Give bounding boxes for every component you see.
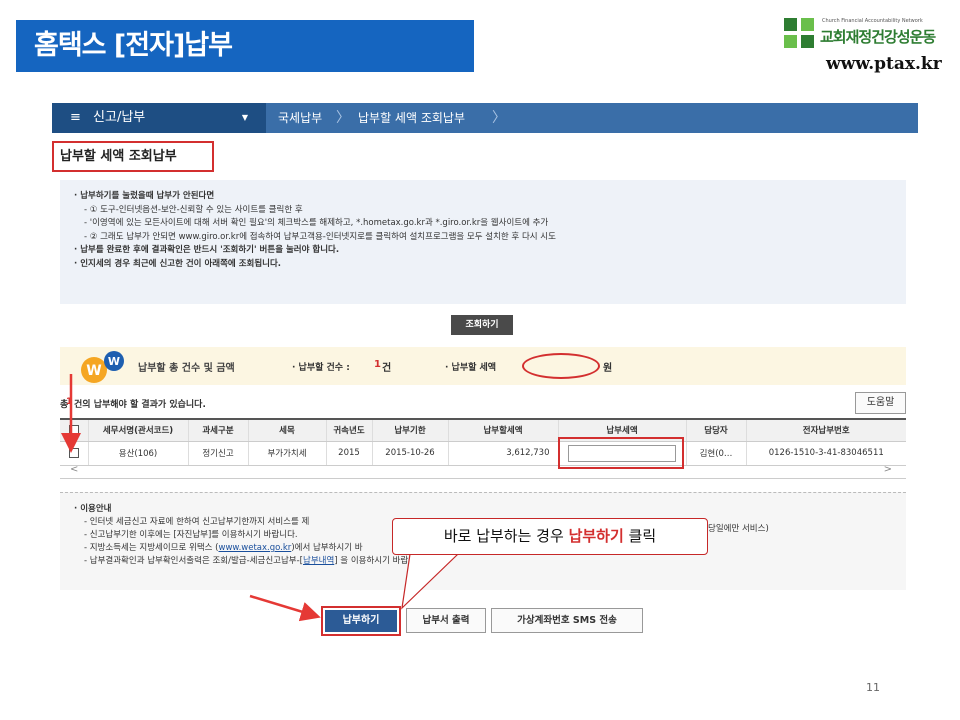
select-all-checkbox[interactable] <box>68 425 79 435</box>
tax-table: 세무서명(관서코드) 과세구분 세목 귀속년도 납부기한 납부할세액 납부세액 … <box>60 418 906 466</box>
row-checkbox[interactable] <box>68 447 79 458</box>
cell-tax-item: 부가가치세 <box>247 441 326 466</box>
horizontal-scrollbar[interactable]: < > <box>60 463 906 479</box>
logo-tagline: Church Financial Accountability Network <box>822 18 923 24</box>
top-nav: ≡ 신고/납부 ▼ 국세납부 〉 납부할 세액 조회납부 〉 <box>52 103 918 133</box>
payment-amount-highlight <box>558 437 684 469</box>
cell-office: 용산(106) <box>87 441 188 466</box>
cell-e-payment-no: 0126-1510-3-41-83046511 <box>745 441 906 466</box>
svg-text:W: W <box>86 363 101 379</box>
payment-history-link[interactable]: 납부내역 <box>303 556 334 566</box>
logo: Church Financial Accountability Network … <box>784 16 952 76</box>
won-coin-icon: W W <box>81 351 124 383</box>
cell-year: 2015 <box>325 441 372 466</box>
info-text: - 납부결과확인과 납부확인서출력은 조회/발급-세금신고납부-[ <box>84 556 303 566</box>
header-select <box>60 418 88 442</box>
chevron-right-icon: 〉 <box>492 110 506 126</box>
cell-due-date: 2015-10-26 <box>371 441 448 466</box>
cell-officer: 김현(0… <box>685 441 746 466</box>
notice-line: - ① 도구-인터넷옵션-보안-신뢰할 수 있는 사이트를 클릭한 후 <box>84 204 303 215</box>
header-tax-item: 세목 <box>247 418 326 442</box>
count-value: 1 <box>374 359 381 370</box>
page-number: 11 <box>866 681 880 694</box>
notice-line: · 납부를 완료한 후에 결과확인은 반드시 '조회하기' 버튼을 눌러야 합니… <box>74 245 340 255</box>
amount-highlight-oval <box>522 353 600 379</box>
info-fragment: 당일에만 서비스) <box>708 524 769 534</box>
logo-org-name: 교회재정건강성운동 <box>820 28 936 46</box>
result-count: 1 <box>66 397 73 407</box>
menu-dropdown[interactable]: ≡ 신고/납부 ▼ <box>52 103 266 133</box>
row-select <box>60 441 88 466</box>
header-office: 세무서명(관서코드) <box>87 418 188 442</box>
pay-button-highlight: 납부하기 <box>321 606 401 636</box>
query-button[interactable]: 조회하기 <box>451 315 513 335</box>
logo-url: www.ptax.kr <box>826 54 942 74</box>
caret-down-icon: ▼ <box>241 113 248 122</box>
table-header-row: 세무서명(관서코드) 과세구분 세목 귀속년도 납부기한 납부할세액 납부세액 … <box>60 418 906 442</box>
info-title: · 이용안내 <box>74 504 112 514</box>
header-amount-due: 납부할세액 <box>447 418 558 442</box>
notice-box: · 납부하기를 눌렀을때 납부가 안된다면 - ① 도구-인터넷옵션-보안-신뢰… <box>60 180 906 304</box>
count-unit: 건 <box>382 363 392 374</box>
chevron-right-icon: 〉 <box>336 110 350 126</box>
callout-pointer <box>401 553 460 610</box>
pay-button[interactable]: 납부하기 <box>325 610 397 632</box>
table-row: 용산(106) 정기신고 부가가치세 2015 2015-10-26 3,612… <box>60 441 906 466</box>
callout-suffix: 클릭 <box>623 527 657 545</box>
menu-icon: ≡ <box>70 110 81 125</box>
header-due-date: 납부기한 <box>371 418 448 442</box>
page-title: 납부할 세액 조회납부 <box>52 141 214 172</box>
print-bill-button[interactable]: 납부서 출력 <box>406 608 486 633</box>
info-text: )에서 납부하시기 바 <box>291 543 363 553</box>
payment-summary: W W 납부할 총 건수 및 금액 · 납부할 건수 : 1 건 · 납부할 세… <box>60 347 906 385</box>
result-text: 건의 납부해야 할 결과가 있습니다. <box>74 400 206 410</box>
count-label: · 납부할 건수 : <box>292 363 350 373</box>
instruction-callout: 바로 납부하는 경우 납부하기 클릭 <box>392 518 708 555</box>
amount-label: · 납부할 세액 <box>445 363 497 373</box>
breadcrumb-query-payment[interactable]: 납부할 세액 조회납부 <box>358 103 465 133</box>
header-tax-type: 과세구분 <box>187 418 248 442</box>
svg-text:W: W <box>108 355 120 368</box>
slide-title: 홈택스 [전자]납부 <box>16 20 474 72</box>
notice-line: · 인지세의 경우 최근에 신고한 건이 아래쪽에 조회됩니다. <box>74 258 282 269</box>
notice-line: · 납부하기를 눌렀을때 납부가 안된다면 <box>74 191 215 201</box>
menu-label: 신고/납부 <box>93 110 146 125</box>
summary-title: 납부할 총 건수 및 금액 <box>138 363 235 374</box>
scroll-right-icon[interactable]: > <box>884 464 892 475</box>
header-e-payment-no: 전자납부번호 <box>745 418 906 442</box>
notice-line: - '이영역에 있는 모든사이트에 대해 서버 확인 필요'의 체크박스를 해제… <box>84 218 549 228</box>
amount-unit: 원 <box>603 363 613 374</box>
sms-account-button[interactable]: 가상계좌번호 SMS 전송 <box>491 608 643 633</box>
callout-highlight: 납부하기 <box>568 527 624 545</box>
breadcrumb-national-tax[interactable]: 국세납부 <box>278 103 322 133</box>
help-button[interactable]: 도움말 <box>855 392 906 414</box>
wetax-link[interactable]: www.wetax.go.kr <box>219 543 292 553</box>
callout-prefix: 바로 납부하는 경우 <box>443 527 569 545</box>
info-text: - 지방소득세는 지방세이므로 위택스 ( <box>84 543 219 553</box>
cell-tax-type: 정기신고 <box>187 441 248 466</box>
header-officer: 담당자 <box>685 418 746 442</box>
notice-line: - ② 그래도 납부가 안되면 www.giro.or.kr에 접속하여 납부고… <box>84 231 556 242</box>
header-year: 귀속년도 <box>325 418 372 442</box>
cell-amount-due: 3,612,730 <box>447 441 558 466</box>
cross-logo-icon <box>784 18 814 48</box>
arrow-to-pay-button <box>249 594 321 622</box>
scroll-left-icon[interactable]: < <box>70 464 78 475</box>
